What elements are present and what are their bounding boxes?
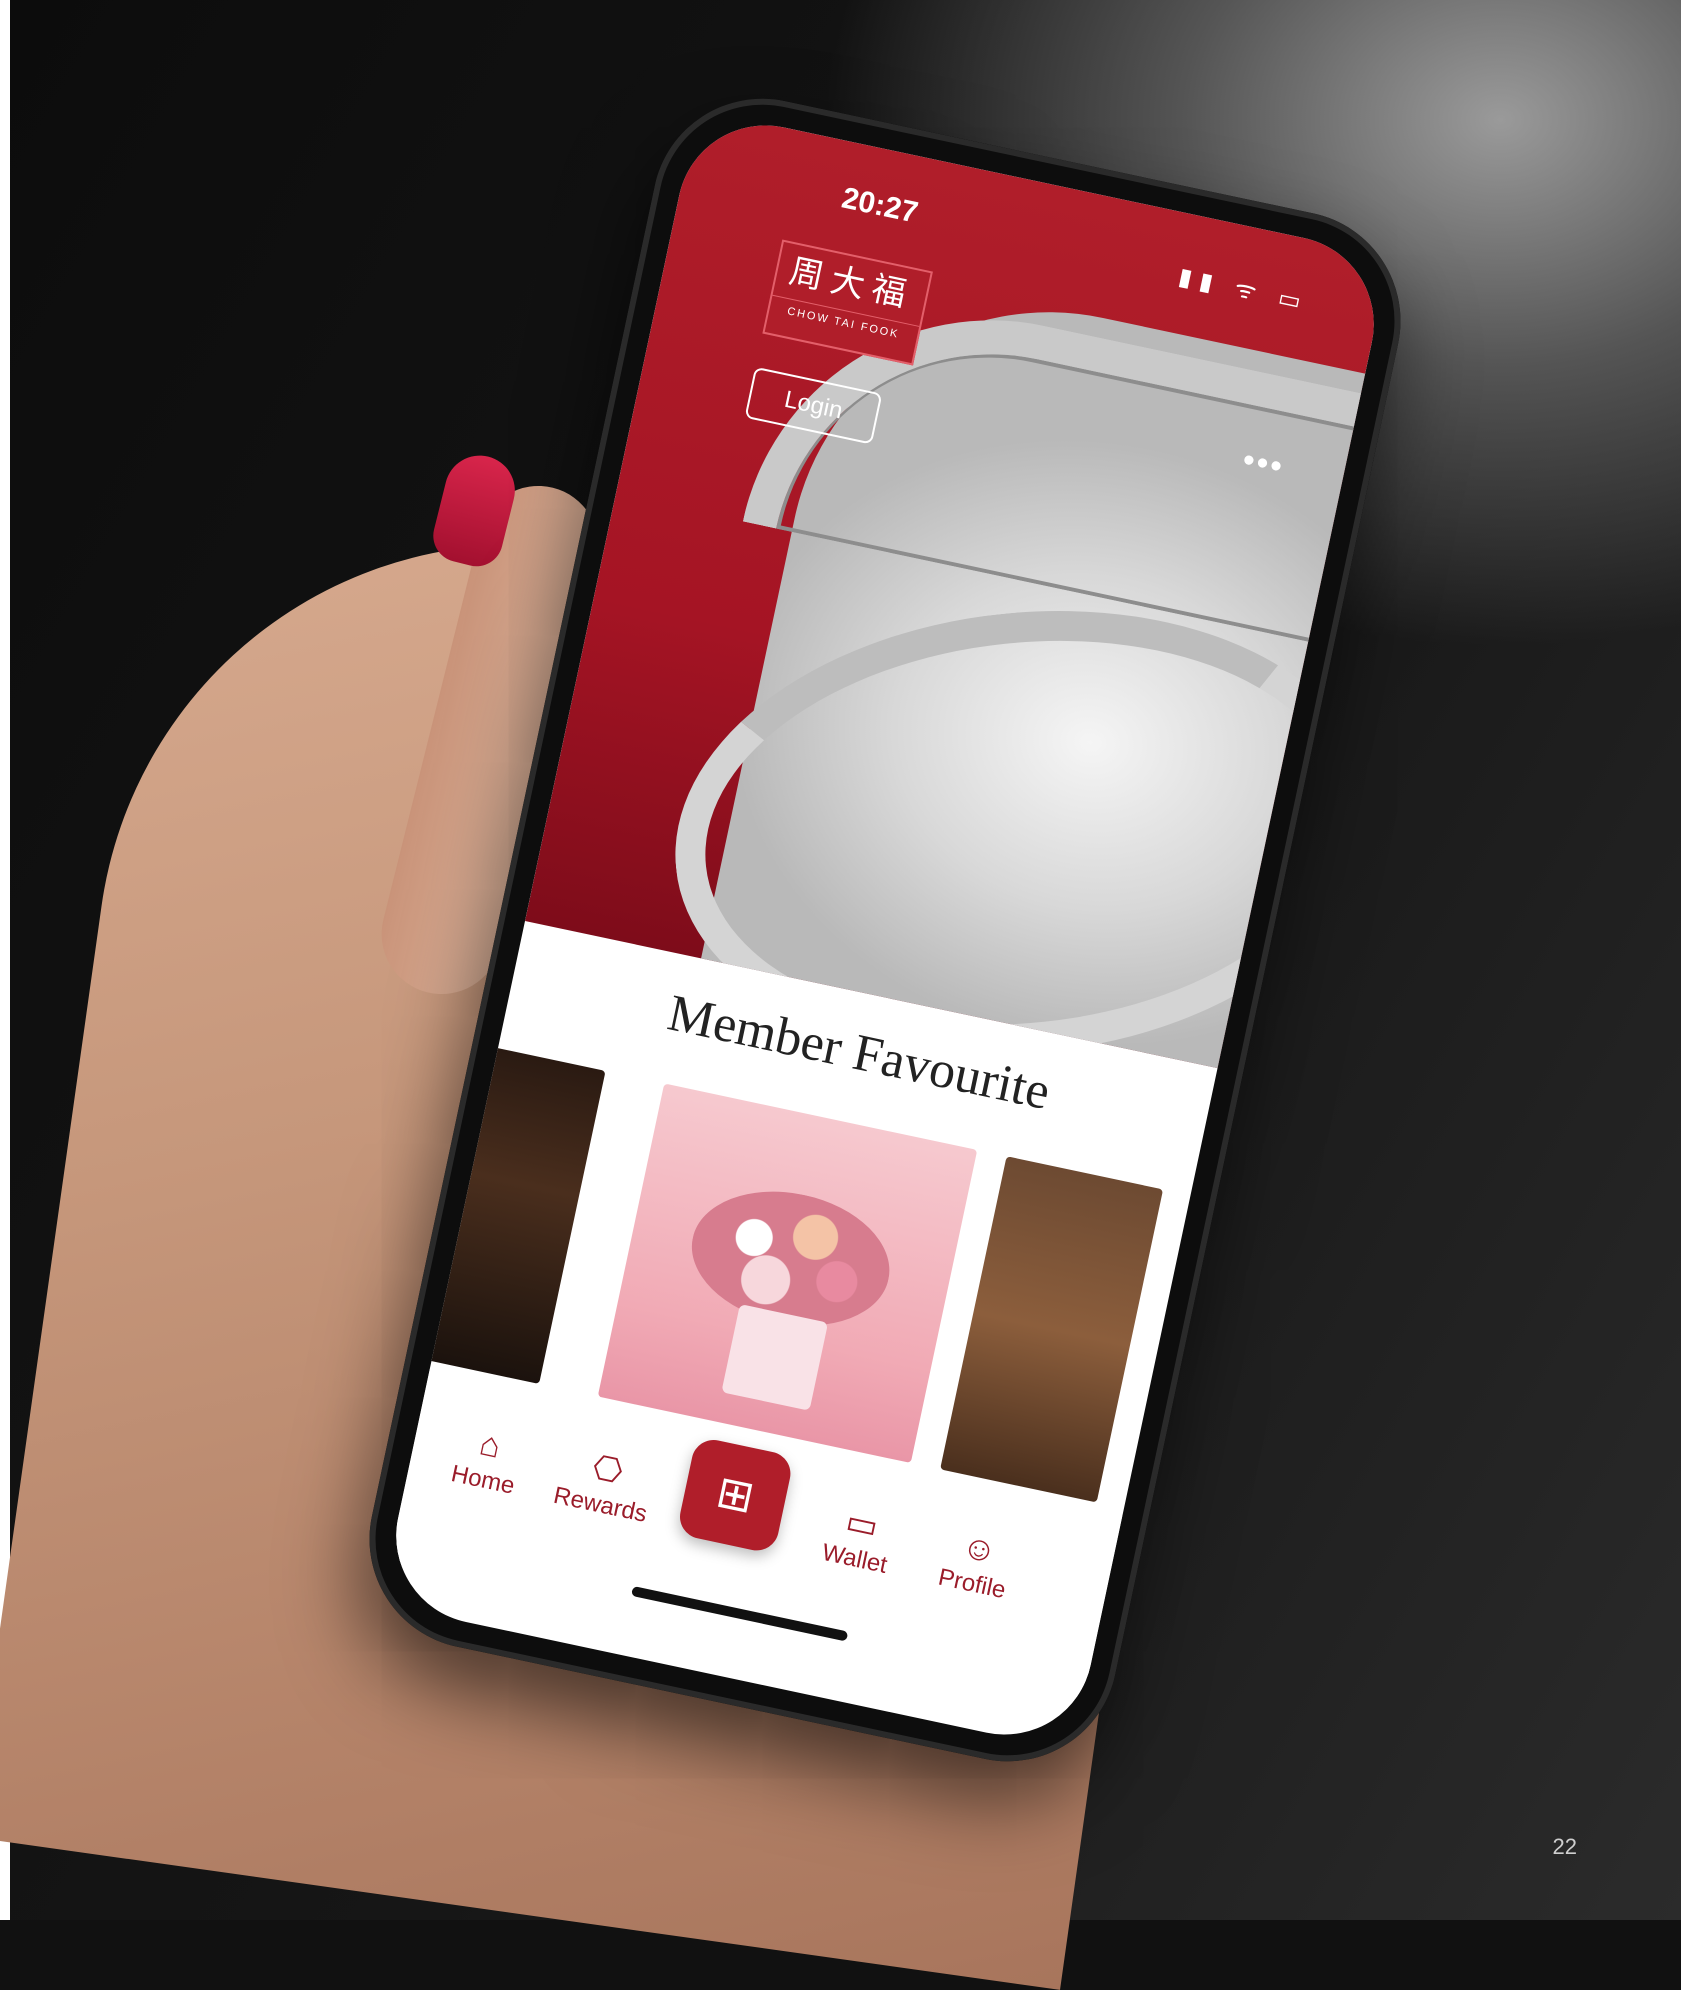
status-time: 20:27 xyxy=(838,181,921,230)
tab-wallet[interactable]: ▭ Wallet xyxy=(798,1491,921,1584)
status-icons: ▮▮ ᯤ ▭ xyxy=(1176,263,1312,318)
page-number: 22 xyxy=(1552,1834,1577,1859)
home-indicator[interactable] xyxy=(631,1585,849,1642)
brand-logo: 周大福 CHOW TAI FOOK xyxy=(762,239,933,366)
more-menu-icon[interactable]: ••• xyxy=(1239,441,1288,488)
tab-profile[interactable]: ☺ Profile xyxy=(915,1516,1038,1609)
qr-scan-button[interactable]: ⊞ xyxy=(675,1435,795,1555)
tab-rewards[interactable]: ⎔ Rewards xyxy=(543,1437,666,1530)
tab-home[interactable]: ⌂ Home xyxy=(426,1412,549,1505)
vase-image xyxy=(721,1304,829,1411)
qr-scan-icon: ⊞ xyxy=(712,1466,759,1523)
favourite-card-dimsum[interactable]: Hyatt Re xyxy=(940,1156,1164,1503)
favourite-card-flowers[interactable] xyxy=(597,1083,978,1464)
